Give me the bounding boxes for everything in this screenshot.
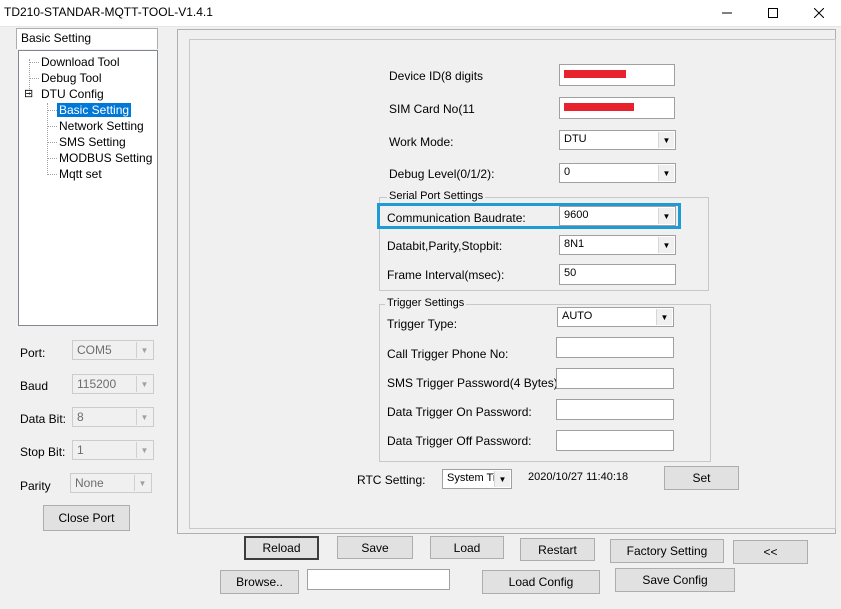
trigger-type-label: Trigger Type: [387, 317, 458, 331]
restart-button[interactable]: Restart [520, 538, 595, 561]
navigation-tree[interactable]: Download Tool Debug Tool ⊟ DTU Config Ba… [18, 50, 158, 326]
chevron-down-icon: ▼ [658, 237, 674, 253]
close-port-button[interactable]: Close Port [43, 505, 130, 531]
chevron-down-icon: ▼ [136, 442, 152, 458]
tree-item-basic-setting[interactable]: Basic Setting [57, 103, 132, 117]
stopbit-value: 1 [77, 443, 84, 457]
stopbit-label: Stop Bit: [20, 445, 66, 459]
minimize-icon [722, 12, 732, 14]
parity-label: Parity [20, 479, 51, 493]
frame-interval-label: Frame Interval(msec): [387, 268, 505, 282]
trigger-type-value: AUTO [562, 310, 593, 322]
collapse-tree-icon[interactable]: ⊟ [24, 87, 33, 100]
tree-item-mqtt-set[interactable]: Mqtt set [59, 167, 102, 181]
baud-value: 115200 [77, 377, 117, 391]
debug-level-select[interactable]: 0 ▼ [559, 163, 676, 183]
work-mode-select[interactable]: DTU ▼ [559, 130, 676, 150]
title-bar: TD210-STANDAR-MQTT-TOOL-V1.4.1 [0, 0, 841, 27]
data-off-label: Data Trigger Off Password: [387, 434, 532, 448]
tree-item-download-tool[interactable]: Download Tool [41, 55, 120, 69]
databit-value: 8 [77, 410, 84, 424]
parity-value: None [75, 476, 104, 490]
chevron-down-icon: ▼ [136, 342, 152, 358]
baudrate-label: Communication Baudrate: [387, 211, 526, 225]
chevron-down-icon: ▼ [658, 165, 674, 181]
device-id-field[interactable] [559, 64, 675, 86]
close-button[interactable] [796, 0, 841, 26]
baudrate-select[interactable]: 9600 ▼ [559, 206, 676, 226]
tree-item-dtu-config[interactable]: DTU Config [41, 87, 104, 101]
port-value: COM5 [77, 343, 112, 357]
trigger-group-title: Trigger Settings [385, 297, 467, 309]
set-button[interactable]: Set [664, 466, 739, 490]
maximize-icon [768, 8, 778, 18]
save-config-button[interactable]: Save Config [615, 568, 735, 592]
sim-card-label: SIM Card No(11 [389, 102, 475, 116]
trigger-type-select[interactable]: AUTO ▼ [557, 307, 674, 327]
data-on-label: Data Trigger On Password: [387, 405, 532, 419]
config-path-field[interactable] [307, 569, 450, 590]
work-mode-label: Work Mode: [389, 135, 454, 149]
redaction-bar [564, 103, 634, 111]
data-on-field[interactable] [556, 399, 674, 420]
data-off-field[interactable] [556, 430, 674, 451]
rtc-select[interactable]: System Ti ▼ [442, 469, 512, 489]
tab-basic-setting[interactable]: Basic Setting [16, 28, 158, 49]
call-trigger-label: Call Trigger Phone No: [387, 347, 509, 361]
baud-select[interactable]: 115200 ▼ [72, 374, 154, 394]
databit-parity-label: Databit,Parity,Stopbit: [387, 239, 503, 253]
frame-interval-field[interactable]: 50 [559, 264, 676, 285]
tree-item-network-setting[interactable]: Network Setting [59, 119, 144, 133]
databit-label: Data Bit: [20, 412, 67, 426]
stopbit-select[interactable]: 1 ▼ [72, 440, 154, 460]
chevron-down-icon: ▼ [134, 475, 150, 491]
databit-parity-value: 8N1 [564, 238, 585, 250]
parity-select[interactable]: None ▼ [70, 473, 152, 493]
chevron-down-icon: ▼ [136, 409, 152, 425]
port-label: Port: [20, 346, 46, 360]
debug-level-value: 0 [564, 166, 571, 178]
load-config-button[interactable]: Load Config [482, 570, 600, 594]
tab-label: Basic Setting [21, 31, 92, 45]
debug-level-label: Debug Level(0/1/2): [389, 167, 495, 181]
work-mode-value: DTU [564, 133, 587, 145]
sim-card-field[interactable] [559, 97, 675, 119]
close-icon [814, 8, 824, 18]
save-button[interactable]: Save [337, 536, 413, 559]
sms-trigger-field[interactable] [556, 368, 674, 389]
chevron-down-icon: ▼ [658, 132, 674, 148]
tree-item-sms-setting[interactable]: SMS Setting [59, 135, 126, 149]
redaction-bar [564, 70, 626, 78]
rtc-value: System Ti [447, 472, 496, 484]
browse-button[interactable]: Browse.. [220, 570, 299, 594]
device-id-label: Device ID(8 digits [389, 69, 484, 83]
baud-label: Baud [20, 379, 49, 393]
serial-port-group-title: Serial Port Settings [387, 190, 486, 202]
databit-select[interactable]: 8 ▼ [72, 407, 154, 427]
port-select[interactable]: COM5 ▼ [72, 340, 154, 360]
rtc-time: 2020/10/27 11:40:18 [528, 471, 629, 483]
tree-item-modbus-setting[interactable]: MODBUS Setting [59, 151, 152, 165]
tree-item-debug-tool[interactable]: Debug Tool [41, 71, 102, 85]
baudrate-value: 9600 [564, 209, 589, 221]
rtc-label: RTC Setting: [357, 473, 426, 487]
chevron-down-icon: ▼ [494, 471, 510, 487]
chevron-down-icon: ▼ [658, 208, 674, 224]
sms-trigger-label: SMS Trigger Password(4 Bytes): [387, 376, 562, 390]
chevron-down-icon: ▼ [656, 309, 672, 325]
frame-interval-value: 50 [564, 267, 577, 279]
chevron-down-icon: ▼ [136, 376, 152, 392]
reload-button[interactable]: Reload [244, 536, 319, 560]
collapse-button[interactable]: << [733, 540, 808, 564]
maximize-button[interactable] [750, 0, 796, 26]
load-button[interactable]: Load [430, 536, 504, 559]
databit-parity-select[interactable]: 8N1 ▼ [559, 235, 676, 255]
factory-setting-button[interactable]: Factory Setting [610, 539, 724, 563]
minimize-button[interactable] [704, 0, 750, 26]
window-title: TD210-STANDAR-MQTT-TOOL-V1.4.1 [4, 5, 213, 19]
call-trigger-field[interactable] [556, 337, 674, 358]
